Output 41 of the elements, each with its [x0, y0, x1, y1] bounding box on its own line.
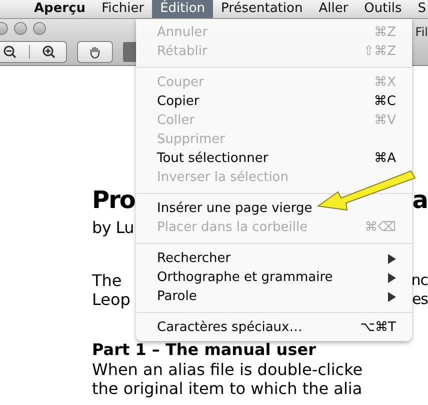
menu-item[interactable]: Rechercher [136, 249, 412, 268]
shortcut-label: ⌘X [374, 75, 396, 90]
minimize-button[interactable] [14, 22, 27, 34]
document-text: Leop [92, 290, 130, 309]
menu-bar-item[interactable]: S [410, 0, 428, 18]
select-tool-button[interactable] [123, 42, 137, 62]
section-heading: Part 1 – The manual user [92, 340, 316, 360]
menu-bar-item[interactable]: Aller [310, 0, 356, 18]
document-text: When an alias file is double-clicke [92, 360, 363, 379]
shortcut-label: ⌘V [374, 113, 396, 128]
zoom-button[interactable] [33, 22, 46, 34]
hand-icon [88, 44, 102, 58]
menu-bar-item[interactable]: Aperçu [0, 0, 94, 18]
menu-bar-item[interactable]: Édition [152, 0, 214, 18]
menu-bar-item[interactable]: Présentation [213, 0, 311, 18]
document-text: es [412, 290, 428, 309]
menu-item[interactable]: Caractères spéciaux… ⌥⌘T [136, 318, 412, 337]
shortcut-label: ⌘Z [374, 25, 396, 40]
shortcut-label: ⌥⌘T [360, 320, 396, 335]
document-text: by Lu [92, 217, 134, 239]
window-title: Fil [415, 25, 428, 39]
hand-tool-button[interactable] [77, 40, 113, 62]
document-text: nc [411, 271, 428, 290]
menu-item[interactable]: Parole [136, 287, 412, 306]
document-text: The [92, 271, 122, 290]
document-title: a [412, 185, 428, 216]
shortcut-label: ⌘⌫ [364, 220, 396, 235]
zoom-control[interactable] [0, 40, 67, 62]
menu-item[interactable]: Insérer une page vierge [136, 199, 316, 218]
menu-bar-item[interactable]: Fichier [94, 0, 152, 18]
document-title: Pro [92, 185, 135, 216]
menu-item[interactable]: Tout sélectionner ⌘A [136, 149, 412, 168]
zoom-in-icon [42, 44, 56, 58]
menu-item[interactable]: Copier ⌘C [136, 92, 412, 111]
zoom-out-icon [3, 44, 17, 58]
menu-item[interactable]: Orthographe et grammaire [136, 268, 412, 287]
shortcut-label: ⇧⌘Z [363, 44, 396, 59]
menu-bar-item[interactable]: Outils [356, 0, 410, 18]
shortcut-label: ⌘A [374, 151, 396, 166]
shortcut-label: ⌘C [374, 94, 396, 109]
document-text: the original item to which the alia [92, 379, 362, 398]
